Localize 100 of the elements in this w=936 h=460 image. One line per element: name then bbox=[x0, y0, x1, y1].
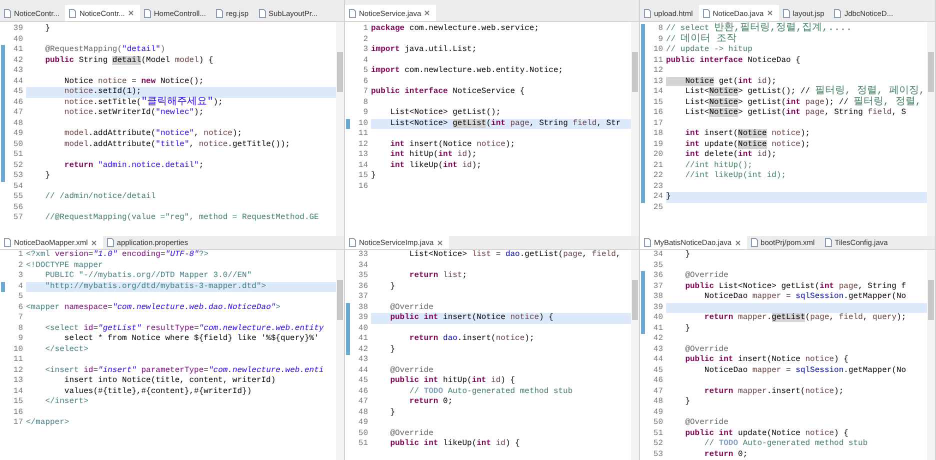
line-number: 42 bbox=[653, 334, 663, 344]
code-line: </insert> bbox=[44, 397, 90, 408]
line-number: 48 bbox=[13, 118, 23, 129]
line-number: 35 bbox=[653, 260, 663, 271]
line-number: 7 bbox=[18, 313, 23, 324]
scrollbar[interactable] bbox=[631, 22, 639, 236]
code-line: } bbox=[389, 282, 396, 292]
code-line: } bbox=[44, 171, 52, 182]
file-icon bbox=[702, 8, 710, 18]
line-number: 49 bbox=[13, 129, 23, 140]
file-icon bbox=[824, 238, 832, 247]
line-number: 55 bbox=[13, 192, 23, 202]
code-line: @Override bbox=[684, 271, 730, 282]
line-number: 40 bbox=[653, 313, 663, 324]
line-number: 3 bbox=[18, 271, 23, 282]
scrollbar[interactable] bbox=[631, 250, 639, 460]
line-number: 36 bbox=[653, 271, 663, 282]
line-number: 53 bbox=[653, 450, 663, 460]
line-number: 2 bbox=[363, 34, 368, 45]
code-line: } bbox=[389, 408, 396, 418]
code-line: List<Notice> getList(); // 필터링, 정렬, 페이징, bbox=[684, 87, 926, 97]
code-line: public int likeUp(int id) { bbox=[389, 439, 521, 450]
code-line: List<Notice> getList(int page, String field, S bbox=[684, 108, 908, 118]
code-line: select * from Notice where ${field} like '%${query}%' bbox=[63, 334, 320, 344]
line-number: 41 bbox=[358, 334, 368, 344]
code-line: <!DOCTYPE mapper bbox=[26, 260, 104, 271]
code-line: //int hitUp(); bbox=[684, 160, 754, 171]
code-line: public String detail(Model model) { bbox=[44, 56, 214, 66]
line-number: 35 bbox=[358, 271, 368, 282]
line-number: 46 bbox=[358, 386, 368, 397]
line-number: 13 bbox=[13, 376, 23, 386]
code-line: notice.setWriterId("newlec"); bbox=[63, 108, 205, 118]
line-number: 37 bbox=[358, 292, 368, 302]
file-icon bbox=[258, 8, 266, 18]
line-number: 23 bbox=[653, 182, 663, 192]
line-number: 9 bbox=[18, 334, 23, 344]
code-line: int update(Notice notice); bbox=[684, 140, 812, 150]
line-number: 11 bbox=[13, 355, 23, 366]
line-number: 9 bbox=[363, 108, 368, 118]
file-icon bbox=[4, 8, 11, 18]
code-line: } bbox=[684, 397, 692, 408]
code-line: //int likeUp(int id); bbox=[684, 171, 788, 182]
code-line: int hitUp(int id); bbox=[389, 150, 478, 160]
code-line: return list; bbox=[408, 271, 468, 282]
code-line: model.addAttribute("title", notice.getTitle()); bbox=[63, 140, 292, 150]
code-line: @Override bbox=[389, 428, 434, 439]
line-number: 49 bbox=[653, 408, 663, 418]
line-number: 41 bbox=[13, 45, 23, 56]
line-number: 8 bbox=[363, 98, 368, 108]
file-icon bbox=[216, 8, 223, 18]
line-number: 18 bbox=[653, 129, 663, 140]
scrollbar[interactable] bbox=[927, 250, 935, 460]
code-line: PUBLIC "-//mybatis.org//DTD Mapper 3.0//EN" bbox=[44, 271, 253, 282]
line-number: 20 bbox=[653, 150, 663, 160]
line-number: 17 bbox=[13, 418, 23, 428]
line-number: 11 bbox=[653, 56, 663, 66]
line-number: 43 bbox=[358, 355, 368, 366]
line-number: 19 bbox=[653, 140, 663, 150]
code-line: int delete(int id); bbox=[684, 150, 778, 160]
line-number: 34 bbox=[653, 250, 663, 260]
line-number: 5 bbox=[363, 66, 368, 76]
code-line: int likeUp(int id); bbox=[389, 160, 482, 171]
code-line: public int update(Notice notice) { bbox=[684, 428, 850, 439]
close-icon[interactable] bbox=[90, 240, 97, 246]
file-icon bbox=[349, 238, 356, 247]
close-icon[interactable] bbox=[128, 10, 134, 16]
line-number: 47 bbox=[13, 108, 23, 118]
line-number: 5 bbox=[18, 292, 23, 302]
line-number: 6 bbox=[18, 302, 23, 313]
code-line: import com.newlecture.web.entity.Notice; bbox=[371, 66, 564, 76]
line-number: 45 bbox=[13, 87, 23, 98]
close-icon[interactable] bbox=[424, 10, 430, 16]
code-line: // /admin/notice/detail bbox=[44, 192, 157, 202]
close-icon[interactable] bbox=[734, 240, 741, 246]
code-line: Notice notice = new Notice(); bbox=[63, 76, 205, 87]
line-number: 15 bbox=[13, 397, 23, 408]
scrollbar[interactable] bbox=[336, 22, 344, 236]
code-line: return mapper.insert(notice); bbox=[703, 386, 845, 397]
line-number: 42 bbox=[13, 56, 23, 66]
line-number: 50 bbox=[653, 418, 663, 428]
line-number: 14 bbox=[653, 87, 663, 98]
code-line: // select 반환,필터링,정렬,집계,.... bbox=[666, 24, 854, 34]
code-line: // 데이터 조작 bbox=[666, 34, 738, 45]
file-icon bbox=[782, 8, 790, 18]
line-number: 15 bbox=[653, 98, 663, 108]
line-number: 40 bbox=[358, 324, 368, 334]
code-line: NoticeDao mapper = sqlSession.getMapper(No bbox=[703, 292, 908, 302]
line-number: 12 bbox=[358, 140, 368, 150]
scrollbar[interactable] bbox=[336, 250, 344, 460]
line-number: 12 bbox=[13, 366, 23, 376]
code-line: package com.newlecture.web.service; bbox=[371, 24, 540, 34]
file-icon bbox=[834, 8, 842, 18]
line-number: 11 bbox=[358, 129, 368, 140]
close-icon[interactable] bbox=[436, 240, 443, 246]
line-number: 51 bbox=[13, 150, 23, 160]
line-number: 44 bbox=[358, 366, 368, 376]
line-number: 14 bbox=[358, 160, 368, 171]
close-icon[interactable] bbox=[766, 10, 773, 16]
file-icon bbox=[349, 8, 356, 18]
scrollbar[interactable] bbox=[927, 22, 935, 236]
